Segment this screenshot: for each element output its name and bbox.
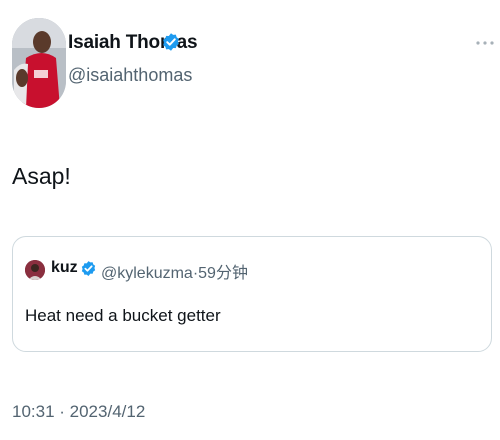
author-avatar[interactable] [12, 18, 66, 108]
tweet-timestamp[interactable]: 10:31 · 2023/4/12 [12, 402, 145, 422]
quoted-author-meta: @kylekuzma·59分钟 [101, 265, 248, 282]
more-options-icon[interactable] [474, 38, 496, 48]
tweet: Isaiah Thomas @isaiahthomas Asap! kuz @k… [0, 0, 500, 440]
verified-badge-icon [163, 33, 179, 51]
author-handle[interactable]: @isaiahthomas [68, 65, 192, 86]
verified-badge-icon [81, 261, 96, 276]
quoted-author-name: kuz [51, 259, 78, 276]
tweet-text: Asap! [12, 163, 71, 189]
quoted-tweet-card[interactable]: kuz @kylekuzma·59分钟 Heat need a bucket g… [12, 236, 492, 352]
quoted-tweet-text: Heat need a bucket getter [25, 306, 221, 325]
quoted-author-avatar [25, 260, 45, 280]
